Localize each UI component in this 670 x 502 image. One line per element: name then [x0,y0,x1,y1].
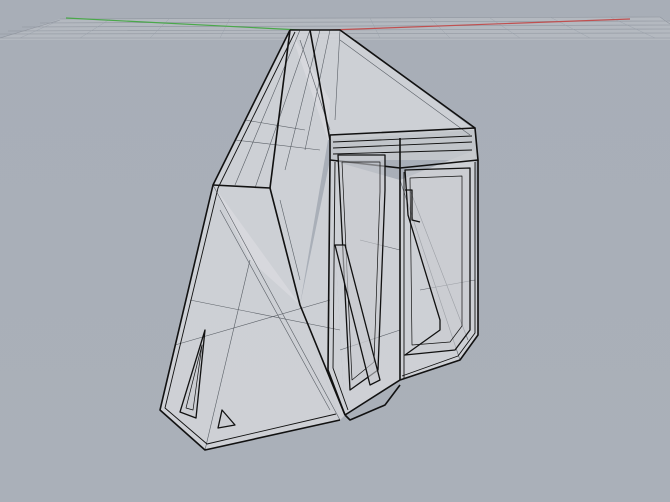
rhino-perspective-viewport[interactable] [0,0,670,502]
faceted-pavilion-model[interactable] [159,29,479,451]
viewport-canvas[interactable] [0,0,670,502]
